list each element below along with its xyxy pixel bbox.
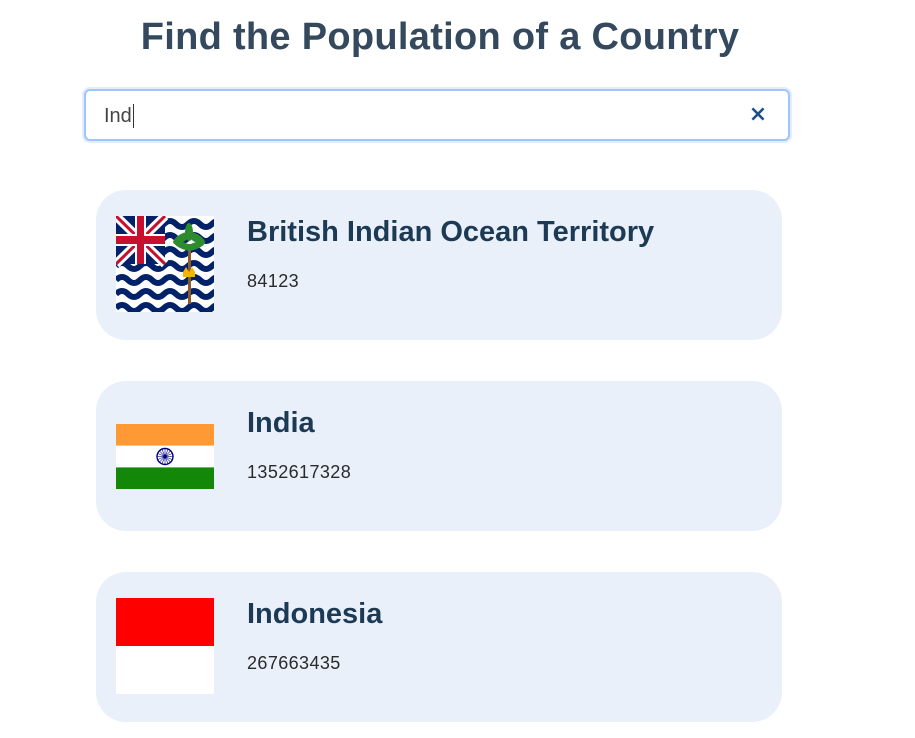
page: Find the Population of a Country Ind × B… [0, 0, 915, 738]
country-population: 84123 [247, 271, 300, 291]
indonesia-flag-icon [116, 598, 214, 694]
british-indian-ocean-territory-flag-icon [116, 216, 214, 312]
search-input[interactable]: Ind [104, 104, 134, 128]
country-population: 267663435 [247, 653, 341, 673]
country-card[interactable]: British Indian Ocean Territory 84123 [96, 190, 782, 340]
country-name: India [247, 407, 315, 439]
country-name: Indonesia [247, 598, 383, 630]
country-card[interactable]: India 1352617328 [96, 381, 782, 531]
country-card[interactable]: Indonesia 267663435 [96, 572, 782, 722]
india-flag-icon [116, 424, 214, 489]
search-box[interactable]: Ind × [84, 89, 790, 141]
clear-search-button[interactable]: × [746, 102, 770, 128]
search-input-value[interactable]: Ind [104, 105, 132, 127]
results-list: British Indian Ocean Territory 84123 Ind… [96, 190, 782, 738]
country-name: British Indian Ocean Territory [247, 216, 655, 248]
page-title: Find the Population of a Country [140, 16, 740, 58]
text-caret [132, 104, 134, 128]
country-population: 1352617328 [247, 462, 352, 482]
